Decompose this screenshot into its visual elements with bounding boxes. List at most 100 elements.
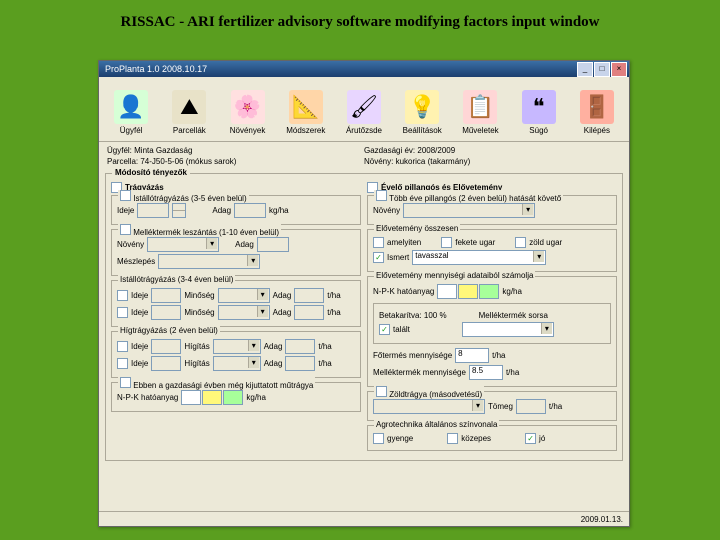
mell-check[interactable] <box>120 224 131 235</box>
ist2-ideje2: Ideje <box>131 308 148 317</box>
ist2-min2: Minőség <box>184 308 214 317</box>
toolbar-beállítások[interactable]: 💡Beállítások <box>394 80 450 138</box>
hig-adag1: Adag <box>264 342 283 351</box>
betak-group: Betakarítva: 100 %Melléktermék sorsa tal… <box>373 303 611 344</box>
ist2-adag-in2[interactable] <box>294 305 324 320</box>
ebben-legend: Ebben a gazdasági évben még kijuttatott … <box>133 381 313 390</box>
close-icon[interactable]: × <box>611 62 627 77</box>
hig-ideje-in2[interactable] <box>151 356 181 371</box>
noveny-label: Növény: <box>364 157 393 166</box>
toolbar-parcellák[interactable]: ⛰Parcellák <box>161 80 217 138</box>
npk2-input[interactable] <box>437 284 499 299</box>
ist2-check2[interactable] <box>117 307 128 318</box>
elov-ismert-select[interactable]: tavasszal <box>412 250 546 265</box>
fotermes-l: Főtermés mennyisége <box>373 351 452 360</box>
elov-fekete-l: fekete ugar <box>455 238 495 247</box>
hig-sel1[interactable] <box>213 339 261 354</box>
ist2-u1: t/ha <box>327 291 340 300</box>
hig-hig2: Hígítás <box>184 359 209 368</box>
maximize-icon[interactable]: □ <box>594 62 610 77</box>
fotermes-input[interactable]: 8 <box>455 348 489 363</box>
agro-gyenge[interactable] <box>373 433 384 444</box>
elov-legend: Elővetemény összesen <box>376 224 458 233</box>
ebben-unit: kg/ha <box>246 393 266 402</box>
col-tragyazas: Trágyázás Istállótrágyázás (3-5 éven bel… <box>111 180 361 455</box>
elov-amely-l: amelyiten <box>387 238 421 247</box>
hig-adag-in1[interactable] <box>285 339 315 354</box>
parcella-value: 74-J50-5-06 (mókus sarok) <box>140 157 236 166</box>
mell-mesz-select[interactable] <box>158 254 260 269</box>
toolbar-módszerek[interactable]: 📐Módszerek <box>278 80 334 138</box>
agro-jo-l: jó <box>539 434 545 443</box>
agro-kozepes[interactable] <box>447 433 458 444</box>
tobb-legend: Több éve pillangós (2 éven belül) hatásá… <box>389 194 561 203</box>
agro-group: Agrotechnika általános színvonala gyenge… <box>367 425 617 451</box>
modosito-group: Módosító tényezők Trágyázás Istállótrágy… <box>105 173 623 461</box>
mellekt-input[interactable]: 8.5 <box>469 365 503 380</box>
betak-label: Betakarítva: 100 % <box>379 311 447 320</box>
agro-gyenge-l: gyenge <box>387 434 413 443</box>
ist1-adag-input[interactable] <box>234 203 266 218</box>
hig-sel2[interactable] <box>213 356 261 371</box>
mell-adag-label: Adag <box>235 240 254 249</box>
slide-title: RISSAC - ARI fertilizer advisory softwar… <box>0 14 720 31</box>
agro-jo[interactable] <box>525 433 536 444</box>
ist2-ideje1: Ideje <box>131 291 148 300</box>
zold-check[interactable] <box>376 386 387 397</box>
toolbar-kilépés[interactable]: 🚪Kilépés <box>569 80 625 138</box>
elov-zold[interactable] <box>515 237 526 248</box>
minimize-icon[interactable]: _ <box>577 62 593 77</box>
tobb-nov-select[interactable] <box>403 203 535 218</box>
ist1-ideje-input[interactable] <box>137 203 169 218</box>
mellekt-l: Melléktermék mennyisége <box>373 368 466 377</box>
istallo2-group: Istállótrágyázás (3-4 éven belül) IdejeM… <box>111 280 361 327</box>
ist2-adag-in1[interactable] <box>294 288 324 303</box>
toolbar-ügyfél[interactable]: 👤Ügyfél <box>103 80 159 138</box>
ist2-legend: Istállótrágyázás (3-4 éven belül) <box>120 275 233 284</box>
agro-kozepes-l: közepes <box>461 434 491 443</box>
hig-ideje-in1[interactable] <box>151 339 181 354</box>
ebben-group: Ebben a gazdasági évben még kijuttatott … <box>111 382 361 412</box>
ist2-adag1: Adag <box>273 291 292 300</box>
hig-check1[interactable] <box>117 341 128 352</box>
gazdev-label: Gazdasági év: <box>364 146 415 155</box>
noveny-value: kukorica (takarmány) <box>396 157 471 166</box>
toolbar-árutőzsde[interactable]: 🖌Árutőzsde <box>336 80 392 138</box>
zold-select[interactable] <box>373 399 485 414</box>
mell-nov-select[interactable] <box>147 237 219 252</box>
hig-adag-in2[interactable] <box>285 356 315 371</box>
elov-ismert[interactable] <box>373 252 384 263</box>
zoldtragya-group: Zöldtrágya (másodvetésű) Tömegt/ha <box>367 391 617 421</box>
zold-tomeg-in[interactable] <box>516 399 546 414</box>
ist1-spin[interactable] <box>172 203 186 218</box>
zold-unit: t/ha <box>549 402 562 411</box>
ebben-check[interactable] <box>120 377 131 388</box>
ist1-check[interactable] <box>120 190 131 201</box>
zold-legend: Zöldtrágya (másodvetésű) <box>389 390 482 399</box>
col-evelo: Évelő pillangós és Elővetemény Több éve … <box>367 180 617 455</box>
betak-talalt[interactable] <box>379 324 390 335</box>
mellek-sorsa-l: Melléktermék sorsa <box>479 311 548 320</box>
elov-amely[interactable] <box>373 237 384 248</box>
hig-group: Hígtrágyázás (2 éven belül) IdejeHígítás… <box>111 331 361 378</box>
mell-adag-input[interactable] <box>257 237 289 252</box>
ist2-ideje-in1[interactable] <box>151 288 181 303</box>
tobb-check[interactable] <box>376 190 387 201</box>
ist2-min-sel1[interactable] <box>218 288 270 303</box>
ugyfel-label: Ügyfél: <box>107 146 132 155</box>
mellek-group: Melléktermék leszántás (1-10 éven belül)… <box>111 229 361 276</box>
hig-u2: t/ha <box>318 359 331 368</box>
app-window: ProPlanta 1.0 2008.10.17 _ □ × 👤Ügyfél⛰P… <box>98 60 630 527</box>
ist2-ideje-in2[interactable] <box>151 305 181 320</box>
toolbar-növények[interactable]: 🌸Növények <box>219 80 275 138</box>
toolbar-súgó[interactable]: ❝Súgó <box>511 80 567 138</box>
mellek-sorsa-select[interactable] <box>462 322 554 337</box>
ist2-u2: t/ha <box>327 308 340 317</box>
toolbar-műveletek[interactable]: 📋Műveletek <box>452 80 508 138</box>
ebben-npk-input[interactable] <box>181 390 243 405</box>
elov-fekete[interactable] <box>441 237 452 248</box>
hig-check2[interactable] <box>117 358 128 369</box>
ist2-min-sel2[interactable] <box>218 305 270 320</box>
ist2-check1[interactable] <box>117 290 128 301</box>
ist2-adag2: Adag <box>273 308 292 317</box>
